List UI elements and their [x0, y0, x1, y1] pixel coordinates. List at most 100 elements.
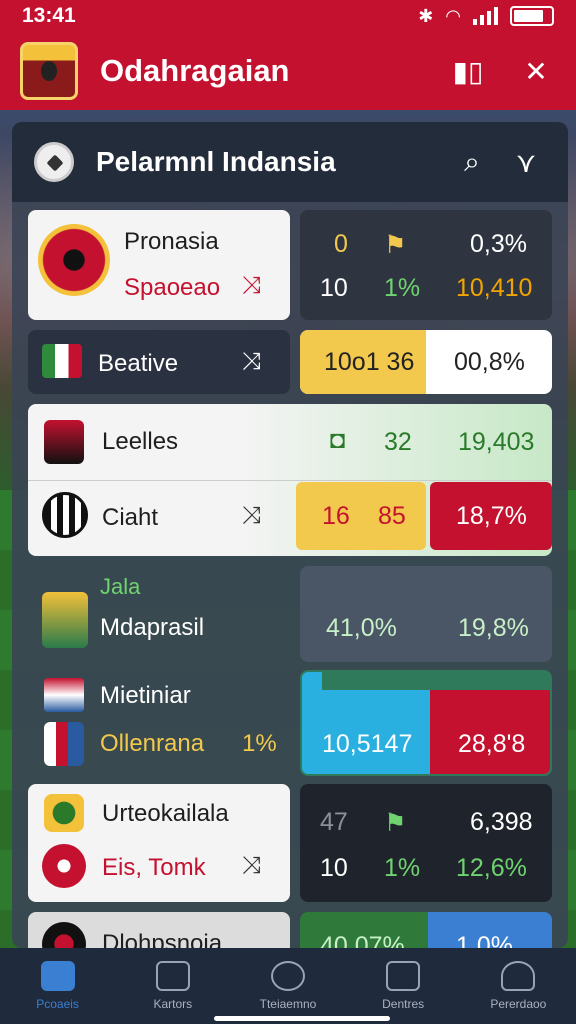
nav-item-clock[interactable]: Tteiaemno [238, 961, 338, 1011]
team-a-name: Urteokailala [102, 800, 229, 827]
stat-value: 16 [322, 502, 350, 530]
stat-value: 6,398 [470, 808, 533, 836]
team-flag-logo [42, 344, 82, 378]
nav-item-user[interactable]: Pererdaoo [468, 961, 568, 1011]
search-icon[interactable]: ⌕ [452, 146, 492, 179]
app-title: Odahragaian [100, 53, 290, 88]
battery-icon [510, 6, 554, 26]
status-bar: 13:41 ✱ ◠ [0, 0, 576, 32]
nav-item-home[interactable]: Pcoaeis [8, 961, 108, 1011]
match-row[interactable]: Urteokailala Eis, Tomk ⤨ 47 ⚑ 6,398 10 1… [12, 784, 568, 902]
team-a-name: Beative [98, 350, 179, 377]
stat-value: 0 [334, 230, 348, 258]
home-indicator[interactable] [214, 1016, 390, 1021]
team-a-name: Dlohpsnoia [102, 930, 223, 948]
stat-value: 00,8% [454, 348, 525, 376]
house-icon [386, 961, 421, 991]
nav-label: Tteiaemno [259, 997, 317, 1011]
league-label: Jala [100, 574, 141, 599]
home-icon [40, 961, 75, 991]
match-row[interactable]: Pronasia Spaoeao ⤨ 0 ⚑ 0,3% 10 1% 10,410 [12, 210, 568, 320]
nav-label: Pererdaoo [490, 997, 547, 1011]
stat-value: 19,8% [458, 614, 529, 642]
match-stats-card: 10o1 36 00,8% [300, 330, 552, 394]
stat-value: 12,6% [456, 854, 527, 882]
stat-value: 1,0% [456, 932, 513, 948]
app-bar: Odahragaian ▮▯ ✕ [0, 32, 576, 110]
match-stats-card: 41,0% 19,8% [300, 566, 552, 662]
match-teams-card[interactable]: Beative ⤨ [28, 330, 290, 394]
stat-value: 28,8'8 [458, 730, 526, 758]
team-a-name: Pronasia [124, 228, 219, 255]
user-icon [501, 961, 536, 991]
match-stats-card: 40,07% 1,0% [300, 912, 552, 948]
stat-value: 10,5147 [322, 730, 413, 758]
match-teams-card[interactable]: Pronasia Spaoeao ⤨ [28, 210, 290, 320]
nav-label: Kartors [153, 997, 193, 1011]
match-row[interactable]: Mietiniar Ollenrana 1% 10,5147 28,8'8 [12, 670, 568, 778]
whistle-icon: ⚑ [384, 809, 407, 837]
nav-label: Pcoaeis [36, 997, 79, 1011]
team-a-name: Leelles [102, 428, 179, 455]
match-teams-card[interactable]: Urteokailala Eis, Tomk ⤨ [28, 784, 290, 902]
team-logo [44, 678, 84, 712]
team-logo [38, 224, 110, 296]
stat-value: 10 [320, 274, 348, 302]
stat-value: 18,7% [456, 502, 527, 530]
match-row[interactable]: Jala Mdaprasil 41,0% 19,8% [12, 566, 568, 662]
stat-value: 40,07% [320, 932, 405, 948]
soccer-ball-icon [34, 142, 74, 182]
match-row[interactable]: Beative ⤨ 10o1 36 00,8% [12, 330, 568, 394]
panel-header: Pelarmnl Indansia ⌕ ⋎ [12, 122, 568, 202]
team-logo [44, 420, 84, 464]
team-logo [42, 844, 86, 888]
team-b-name: Ollenrana [100, 730, 205, 757]
wifi-icon: ◠ [445, 5, 461, 26]
team-b-name: Spaoeao [124, 274, 221, 301]
league-panel: Pelarmnl Indansia ⌕ ⋎ Pronasia Spaoeao ⤨… [12, 122, 568, 948]
team-shield-logo [42, 592, 88, 648]
stat-value: 0,3% [470, 230, 527, 258]
stat-value: 10 [320, 854, 348, 882]
match-stats-card: 10,5147 28,8'8 [300, 670, 552, 776]
team-logo [42, 492, 88, 538]
match-row[interactable]: Leelles ◘ 32 19,403 Ciaht ⤨ 16 85 18,7% [12, 404, 568, 556]
team-a-name: Mietiniar [100, 682, 191, 709]
stat-value: 32 [384, 428, 412, 456]
shield-icon: ◘ [330, 426, 346, 454]
stat-highlight: 16 85 [296, 482, 426, 550]
club-crest-logo [20, 42, 78, 100]
filter-icon[interactable]: ⋎ [506, 146, 546, 179]
match-teams-card[interactable]: Dlohpsnoia [28, 912, 290, 948]
stat-highlight: 18,7% [430, 482, 552, 550]
swap-icon: ⤨ [242, 502, 262, 529]
nav-item-house[interactable]: Dentres [353, 961, 453, 1011]
team-logo [44, 794, 84, 832]
match-row[interactable]: Dlohpsnoia 40,07% 1,0% [12, 912, 568, 948]
stat-value: 1% [384, 854, 421, 882]
split-view-icon[interactable]: ▮▯ [448, 51, 488, 91]
panel-title: Pelarmnl Indansia [96, 146, 336, 177]
swap-icon: ⤨ [242, 348, 262, 375]
bottom-navigation: Pcoaeis Kartors Tteiaemno Dentres Pererd… [0, 948, 576, 1024]
grid-icon [155, 961, 190, 991]
swap-icon: ⤨ [242, 852, 262, 879]
team-logo [44, 722, 84, 766]
whistle-icon: ⚑ [384, 231, 407, 259]
signal-icon [473, 7, 498, 25]
team-a-name: Mdaprasil [100, 614, 205, 641]
stat-value: 47 [320, 808, 348, 836]
nav-label: Dentres [382, 997, 425, 1011]
stat-value: 10o1 36 [324, 348, 415, 376]
stat-percent: 1% [242, 730, 277, 757]
stat-value: 19,403 [458, 428, 535, 456]
stat-value: 85 [378, 502, 406, 530]
clock-icon [270, 961, 305, 991]
nav-item-grid[interactable]: Kartors [123, 961, 223, 1011]
stat-value: 1% [384, 274, 421, 302]
close-icon[interactable]: ✕ [516, 51, 556, 91]
team-b-name: Ciaht [102, 504, 159, 531]
match-stats-card: 0 ⚑ 0,3% 10 1% 10,410 [300, 210, 552, 320]
team-b-name: Eis, Tomk [102, 854, 206, 881]
bluetooth-icon: ✱ [418, 5, 434, 26]
